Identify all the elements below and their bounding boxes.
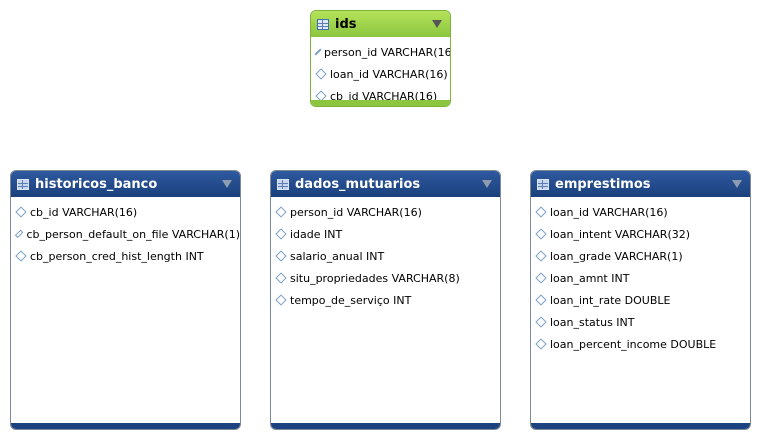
column-diamond-icon (15, 250, 27, 262)
column-text: person_id VARCHAR(16) (290, 205, 422, 219)
column-diamond-icon (535, 206, 547, 218)
entity-footer (531, 423, 750, 429)
column-row[interactable]: loan_status INT (531, 311, 750, 333)
column-row[interactable]: loan_id VARCHAR(16) (311, 63, 450, 85)
column-diamond-icon (535, 338, 547, 350)
column-diamond-icon (275, 294, 287, 306)
column-text: idade INT (290, 227, 343, 241)
entity-emprestimos[interactable]: emprestimos loan_id VARCHAR(16) loan_int… (530, 170, 751, 430)
table-icon (317, 18, 329, 30)
column-diamond-icon (275, 206, 287, 218)
column-list: loan_id VARCHAR(16) loan_intent VARCHAR(… (531, 197, 750, 355)
table-icon (537, 178, 549, 190)
column-text: cb_person_default_on_file VARCHAR(1) (26, 227, 240, 241)
entity-footer (311, 100, 450, 106)
column-list: cb_id VARCHAR(16) cb_person_default_on_f… (11, 197, 240, 267)
column-diamond-icon (275, 250, 287, 262)
column-diamond-icon (535, 272, 547, 284)
collapse-arrow-icon[interactable] (732, 180, 742, 188)
column-text: loan_int_rate DOUBLE (550, 293, 671, 307)
column-row[interactable]: tempo_de_serviço INT (271, 289, 500, 311)
column-text: cb_id VARCHAR(16) (30, 205, 138, 219)
column-text: loan_id VARCHAR(16) (330, 67, 448, 81)
entity-ids[interactable]: ids person_id VARCHAR(16) loan_id VARCHA… (310, 10, 451, 107)
column-list: person_id VARCHAR(16) loan_id VARCHAR(16… (311, 37, 450, 106)
collapse-arrow-icon[interactable] (432, 20, 442, 28)
column-diamond-icon (314, 48, 322, 56)
column-text: person_id VARCHAR(16) (324, 45, 451, 59)
collapse-arrow-icon[interactable] (222, 180, 232, 188)
entity-header[interactable]: emprestimos (531, 171, 750, 197)
column-row[interactable]: loan_intent VARCHAR(32) (531, 223, 750, 245)
entity-header[interactable]: ids (311, 11, 450, 37)
entity-footer (271, 423, 500, 429)
column-text: cb_person_cred_hist_length INT (30, 249, 204, 263)
table-icon (17, 178, 29, 190)
collapse-arrow-icon[interactable] (482, 180, 492, 188)
column-row[interactable]: salario_anual INT (271, 245, 500, 267)
entity-footer (11, 423, 240, 429)
column-diamond-icon (315, 68, 327, 80)
column-row[interactable]: idade INT (271, 223, 500, 245)
column-diamond-icon (275, 272, 287, 284)
column-diamond-icon (15, 206, 27, 218)
entity-title: historicos_banco (35, 176, 158, 192)
column-row[interactable]: situ_propriedades VARCHAR(8) (271, 267, 500, 289)
column-text: loan_grade VARCHAR(1) (550, 249, 683, 263)
column-diamond-icon (535, 294, 547, 306)
column-row[interactable]: loan_grade VARCHAR(1) (531, 245, 750, 267)
column-diamond-icon (535, 316, 547, 328)
column-row[interactable]: person_id VARCHAR(16) (311, 41, 450, 63)
column-text: loan_amnt INT (550, 271, 630, 285)
column-text: loan_status INT (550, 315, 635, 329)
entity-title: emprestimos (555, 176, 651, 192)
column-text: loan_intent VARCHAR(32) (550, 227, 691, 241)
entity-header[interactable]: historicos_banco (11, 171, 240, 197)
column-text: loan_id VARCHAR(16) (550, 205, 668, 219)
column-row[interactable]: loan_int_rate DOUBLE (531, 289, 750, 311)
entity-dados-mutuarios[interactable]: dados_mutuarios person_id VARCHAR(16) id… (270, 170, 501, 430)
column-diamond-icon (535, 250, 547, 262)
entity-title: ids (335, 16, 357, 32)
column-diamond-icon (275, 228, 287, 240)
column-list: person_id VARCHAR(16) idade INT salario_… (271, 197, 500, 311)
column-row[interactable]: loan_percent_income DOUBLE (531, 333, 750, 355)
column-text: situ_propriedades VARCHAR(8) (290, 271, 460, 285)
column-diamond-icon (535, 228, 547, 240)
column-row[interactable]: loan_id VARCHAR(16) (531, 201, 750, 223)
column-row[interactable]: loan_amnt INT (531, 267, 750, 289)
column-text: tempo_de_serviço INT (290, 293, 412, 307)
entity-title: dados_mutuarios (295, 176, 421, 192)
entity-historicos-banco[interactable]: historicos_banco cb_id VARCHAR(16) cb_pe… (10, 170, 241, 430)
entity-header[interactable]: dados_mutuarios (271, 171, 500, 197)
column-row[interactable]: cb_person_default_on_file VARCHAR(1) (11, 223, 240, 245)
table-icon (277, 178, 289, 190)
column-row[interactable]: person_id VARCHAR(16) (271, 201, 500, 223)
column-row[interactable]: cb_id VARCHAR(16) (11, 201, 240, 223)
column-text: loan_percent_income DOUBLE (550, 337, 717, 351)
column-text: salario_anual INT (290, 249, 385, 263)
column-row[interactable]: cb_person_cred_hist_length INT (11, 245, 240, 267)
column-diamond-icon (14, 229, 24, 239)
